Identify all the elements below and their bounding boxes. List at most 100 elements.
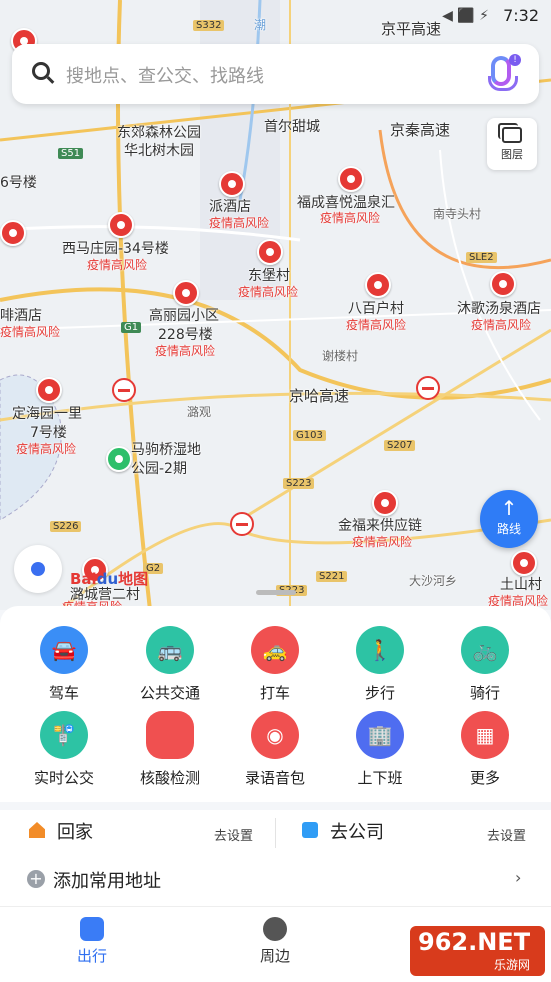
map-label: 大沙河乡 — [409, 574, 458, 588]
map-label: 啡酒店 — [0, 308, 42, 324]
map-label: 土山村 — [500, 577, 542, 593]
quick-action-label: 骑行 — [469, 684, 500, 702]
risk-pin-icon[interactable] — [173, 280, 199, 306]
map-label: 马驹桥湿地 — [131, 442, 201, 458]
bus-icon: 🚌 — [146, 626, 194, 674]
risk-label: 疫情高风险 — [16, 442, 77, 456]
route-button[interactable]: ↑ 路线 — [480, 490, 538, 548]
map-label: 228号楼 — [158, 327, 213, 343]
risk-pin-icon[interactable] — [219, 171, 245, 197]
watermark-logo: 962.NET 乐游网 — [410, 926, 545, 976]
road-shield: G1 — [121, 322, 142, 333]
risk-pin-icon[interactable] — [490, 271, 516, 297]
tab-travel[interactable]: 出行 — [52, 907, 132, 966]
road-shield: SLE2 — [466, 252, 497, 263]
risk-pin-icon[interactable] — [372, 490, 398, 516]
quick-action-label: 实时公交 — [33, 769, 94, 787]
tab-nearby[interactable]: 周边 — [235, 907, 315, 966]
no-entry-icon — [230, 512, 254, 536]
watermark-subtext: 乐游网 — [494, 958, 531, 972]
add-icon: + — [27, 870, 45, 888]
voice-mic-icon[interactable]: ! — [488, 54, 521, 91]
quick-action-realtime-bus[interactable]: 🚏 实时公交 — [9, 711, 119, 788]
risk-pin-icon[interactable] — [511, 550, 537, 576]
risk-label: 疫情高风险 — [209, 216, 270, 230]
mic-badge: ! — [509, 54, 521, 66]
quick-actions-panel: 🚘 驾车 🚌 公共交通 🚕 打车 🚶 步行 🚲 骑行 🚏 实时公交 核酸检测 ◉ 录语音包 🏢… — [0, 606, 551, 802]
tab-nearby-label: 周边 — [259, 947, 290, 965]
risk-pin-icon[interactable] — [36, 377, 62, 403]
quick-action-walk[interactable]: 🚶 步行 — [325, 626, 435, 703]
chevron-right-icon[interactable]: › — [515, 868, 521, 887]
home-set-link[interactable]: 去设置 — [214, 825, 253, 844]
road-shield: S51 — [58, 148, 84, 159]
tab-travel-label: 出行 — [76, 947, 107, 965]
quick-action-transit[interactable]: 🚌 公共交通 — [115, 626, 225, 703]
quick-action-label: 公共交通 — [139, 684, 200, 702]
home-label[interactable]: 回家 — [57, 818, 93, 844]
map-label: 潞观 — [187, 405, 212, 419]
quick-action-taxi[interactable]: 🚕 打车 — [220, 626, 330, 703]
watermark-text: 962.NET — [418, 928, 531, 956]
locate-button[interactable] — [14, 545, 62, 593]
search-bar[interactable]: 搜地点、查公交、找路线 ! — [12, 44, 539, 104]
add-address-link[interactable]: 添加常用地址 — [53, 867, 161, 893]
logo-du: du — [96, 570, 119, 588]
route-label: 路线 — [496, 522, 521, 536]
quick-action-more[interactable]: ▦ 更多 — [430, 711, 540, 788]
map-label: 沐歌汤泉酒店 — [457, 301, 541, 317]
sheet-handle[interactable] — [256, 590, 296, 595]
route-arrow-icon: ↑ — [500, 496, 518, 520]
bike-icon: 🚲 — [461, 626, 509, 674]
map-label: 京哈高速 — [289, 387, 350, 405]
company-set-link[interactable]: 去设置 — [487, 825, 526, 844]
map-label: 华北树木园 — [124, 143, 194, 159]
quick-action-voice-pack[interactable]: ◉ 录语音包 — [220, 711, 330, 788]
map-label: 6号楼 — [0, 175, 37, 191]
quick-action-label: 步行 — [364, 684, 395, 702]
map-label: 京秦高速 — [390, 121, 451, 139]
risk-pin-icon[interactable] — [365, 272, 391, 298]
map-label: 金福来供应链 — [338, 518, 422, 534]
search-placeholder[interactable]: 搜地点、查公交、找路线 — [66, 62, 264, 88]
quick-action-drive[interactable]: 🚘 驾车 — [9, 626, 119, 703]
risk-label: 疫情高风险 — [87, 258, 148, 272]
map-label: 公园-2期 — [131, 461, 187, 477]
no-entry-icon — [112, 378, 136, 402]
road-shield: G103 — [293, 430, 326, 441]
building-icon: 🏢 — [356, 711, 404, 759]
company-label[interactable]: 去公司 — [330, 818, 384, 844]
risk-pin-icon[interactable] — [108, 212, 134, 238]
risk-label: 疫情高风险 — [346, 318, 407, 332]
road-shield: S223 — [283, 478, 315, 489]
bus-stop-icon: 🚏 — [40, 711, 88, 759]
taxi-icon: 🚕 — [251, 626, 299, 674]
more-grid-icon: ▦ — [461, 711, 509, 759]
compass-icon — [263, 917, 287, 941]
quick-action-label: 上下班 — [357, 769, 403, 787]
quick-action-label: 核酸检测 — [139, 769, 200, 787]
quick-action-bike[interactable]: 🚲 骑行 — [430, 626, 540, 703]
quick-action-label: 更多 — [469, 769, 500, 787]
search-icon — [32, 62, 50, 80]
risk-label: 疫情高风险 — [238, 285, 299, 299]
quick-action-covid-test[interactable]: 核酸检测 — [115, 711, 225, 788]
layers-button[interactable]: 图层 — [487, 118, 537, 170]
status-icons: ◀ ⬛ ⚡ — [442, 8, 489, 24]
baidu-logo: Baidu地图 — [70, 568, 148, 589]
quick-action-commute[interactable]: 🏢 上下班 — [325, 711, 435, 788]
status-time: 7:32 — [503, 6, 539, 25]
risk-label: 疫情高风险 — [471, 318, 532, 332]
map-label: 谢楼村 — [322, 349, 359, 363]
map-label: 7号楼 — [30, 425, 67, 441]
logo-map: 地图 — [118, 570, 149, 588]
divider — [275, 818, 276, 848]
road-shield: S207 — [384, 440, 416, 451]
map-label: 南寺头村 — [433, 207, 482, 221]
road-shield: S226 — [50, 521, 82, 532]
risk-pin-icon[interactable] — [257, 239, 283, 265]
logo-bai: Bai — [70, 570, 97, 588]
risk-pin-icon[interactable] — [338, 166, 364, 192]
risk-pin-icon[interactable] — [0, 220, 26, 246]
park-icon[interactable] — [106, 446, 132, 472]
